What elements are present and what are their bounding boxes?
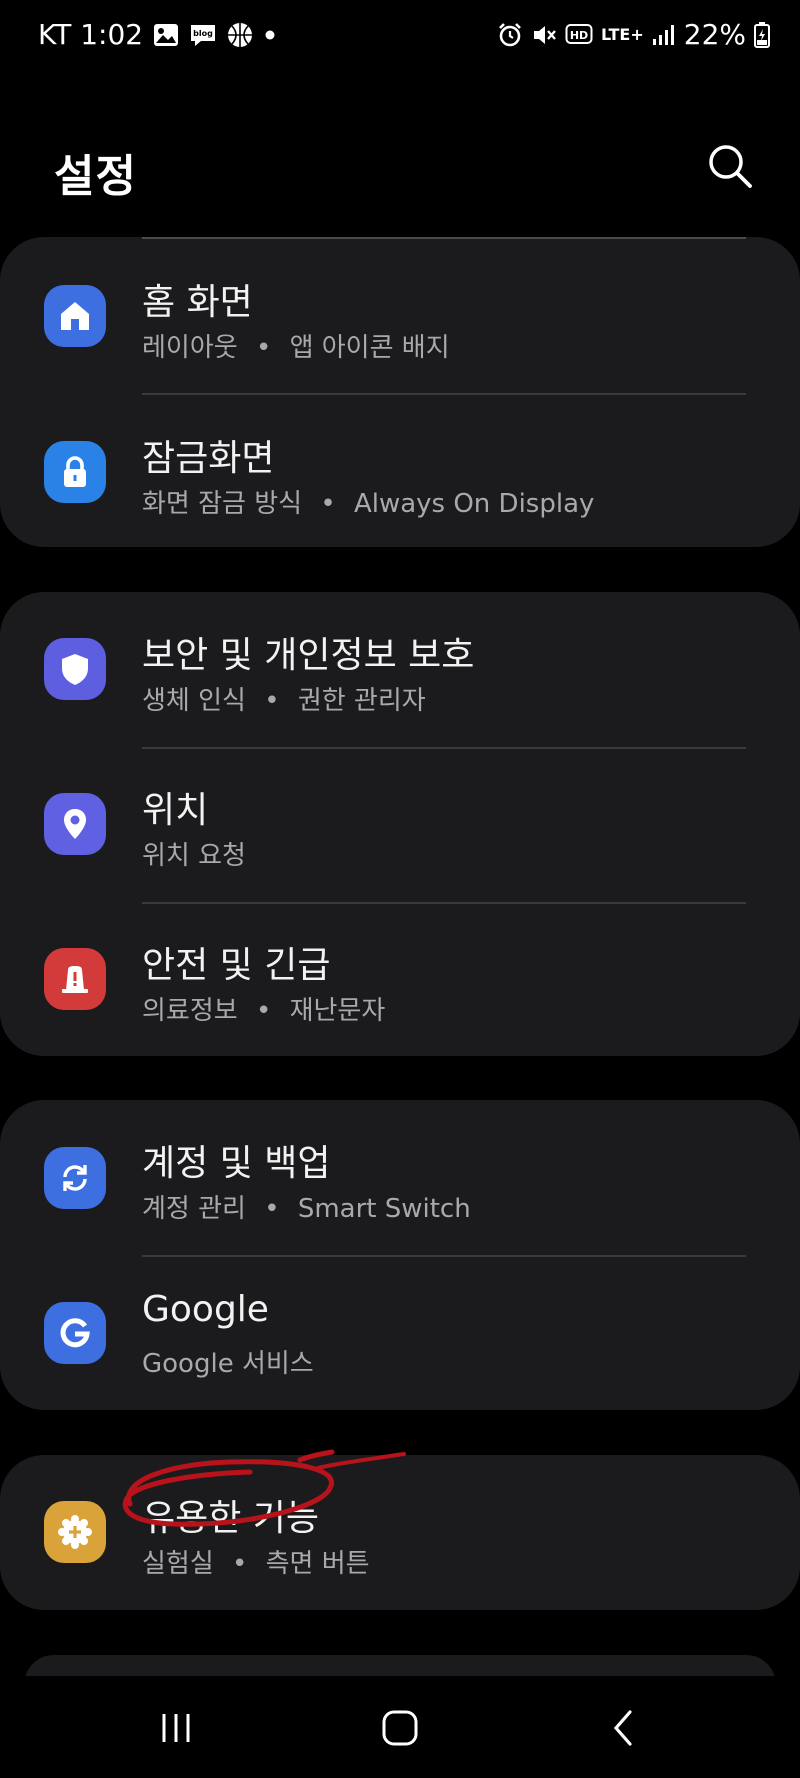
- settings-item-security-privacy[interactable]: 보안 및 개인정보 보호 생체 인식 • 권한 관리자: [0, 592, 800, 747]
- subtitle-separator: •: [232, 1549, 248, 1579]
- item-title: 보안 및 개인정보 보호: [142, 635, 475, 676]
- settings-group-security: 보안 및 개인정보 보호 생체 인식 • 권한 관리자 위치 위치 요청 안전 …: [0, 592, 800, 1056]
- subtitle-part: 재난문자: [289, 996, 386, 1026]
- settings-item-home-screen[interactable]: 홈 화면 레이아웃 • 앱 아이콘 배지: [0, 237, 800, 392]
- subtitle-part: Smart Switch: [297, 1194, 471, 1224]
- signal-icon: [652, 24, 676, 46]
- alarm-icon: [497, 22, 523, 48]
- subtitle-part: 측면 버튼: [265, 1549, 370, 1579]
- subtitle-separator: •: [264, 686, 280, 716]
- settings-item-advanced-features[interactable]: 유용한 기능 실험실 • 측면 버튼: [0, 1455, 800, 1610]
- home-button-icon: [382, 1710, 418, 1746]
- subtitle-separator: •: [255, 333, 272, 363]
- subtitle-part: 의료정보: [142, 996, 238, 1026]
- home-button[interactable]: [370, 1698, 430, 1758]
- subtitle-separator: •: [255, 996, 272, 1026]
- subtitle-separator: •: [264, 1194, 280, 1224]
- battery-percent: 22%: [683, 18, 746, 51]
- dot-icon: [263, 28, 277, 42]
- settings-item-safety-emergency[interactable]: 안전 및 긴급 의료정보 • 재난문자: [0, 902, 800, 1056]
- subtitle-separator: •: [320, 489, 336, 519]
- back-icon: [613, 1710, 632, 1746]
- item-title: 유용한 기능: [142, 1498, 320, 1539]
- item-subtitle: 계정 관리 • Smart Switch: [142, 1188, 471, 1225]
- home-icon: [44, 285, 106, 347]
- carrier-time: KT 1:02: [38, 18, 144, 51]
- location-pin-icon: [44, 793, 106, 855]
- subtitle-part: 생체 인식: [142, 686, 246, 716]
- search-button[interactable]: [704, 140, 756, 192]
- item-subtitle: Google 서비스: [142, 1349, 314, 1379]
- item-title: 잠금화면: [142, 438, 275, 479]
- item-subtitle: 위치 요청: [142, 841, 246, 871]
- subtitle-part: 권한 관리자: [297, 686, 426, 716]
- battery-icon: [754, 21, 770, 48]
- subtitle-part: 계정 관리: [142, 1194, 246, 1224]
- settings-group-accounts: 계정 및 백업 계정 관리 • Smart Switch Google Goog…: [0, 1100, 800, 1410]
- subtitle-part: 레이아웃: [142, 333, 238, 363]
- basketball-icon: [227, 22, 253, 48]
- item-subtitle: 실험실 • 측면 버튼: [142, 1543, 370, 1580]
- item-subtitle: 레이아웃 • 앱 아이콘 배지: [142, 327, 450, 364]
- network-type: LTE+: [600, 25, 644, 44]
- settings-group-advanced: 유용한 기능 실험실 • 측면 버튼: [0, 1455, 800, 1610]
- subtitle-part: 화면 잠금 방식: [142, 489, 303, 519]
- google-icon: [44, 1302, 106, 1364]
- settings-item-google[interactable]: Google Google 서비스: [0, 1255, 800, 1410]
- settings-group-display: 홈 화면 레이아웃 • 앱 아이콘 배지 잠금화면 화면 잠금 방식 • Alw…: [0, 237, 800, 547]
- emergency-icon: [44, 948, 106, 1010]
- item-title: 안전 및 긴급: [142, 945, 331, 986]
- advanced-features-icon: [44, 1501, 106, 1563]
- gallery-icon: [153, 23, 179, 47]
- settings-item-location[interactable]: 위치 위치 요청: [0, 747, 800, 902]
- blog-icon: blog: [189, 23, 217, 47]
- recents-button[interactable]: [146, 1698, 206, 1758]
- item-subtitle: 화면 잠금 방식 • Always On Display: [142, 483, 594, 520]
- settings-item-accounts-backup[interactable]: 계정 및 백업 계정 관리 • Smart Switch: [0, 1100, 800, 1255]
- shield-icon: [44, 638, 106, 700]
- settings-item-lock-screen[interactable]: 잠금화면 화면 잠금 방식 • Always On Display: [0, 393, 800, 547]
- hd-icon: HD: [565, 23, 593, 47]
- subtitle-part: Always On Display: [353, 489, 595, 519]
- item-title: Google: [142, 1289, 269, 1330]
- status-bar: KT 1:02 blog HD LTE+ 22%: [0, 0, 800, 74]
- page-title: 설정: [54, 151, 137, 202]
- subtitle-part: 실험실: [142, 1549, 214, 1579]
- item-title: 위치: [142, 790, 209, 831]
- mute-icon: [531, 22, 557, 48]
- search-icon: [709, 145, 752, 188]
- lock-icon: [44, 441, 106, 503]
- item-title: 계정 및 백업: [142, 1143, 331, 1184]
- back-button[interactable]: [594, 1698, 654, 1758]
- item-subtitle: 생체 인식 • 권한 관리자: [142, 680, 426, 717]
- recents-icon: [162, 1714, 190, 1742]
- item-title: 홈 화면: [142, 282, 253, 323]
- subtitle-part: 앱 아이콘 배지: [289, 333, 450, 363]
- sync-icon: [44, 1147, 106, 1209]
- navigation-bar: [0, 1676, 800, 1778]
- item-subtitle: 의료정보 • 재난문자: [142, 990, 385, 1027]
- svg-text:HD: HD: [570, 29, 588, 42]
- svg-text:blog: blog: [193, 29, 213, 38]
